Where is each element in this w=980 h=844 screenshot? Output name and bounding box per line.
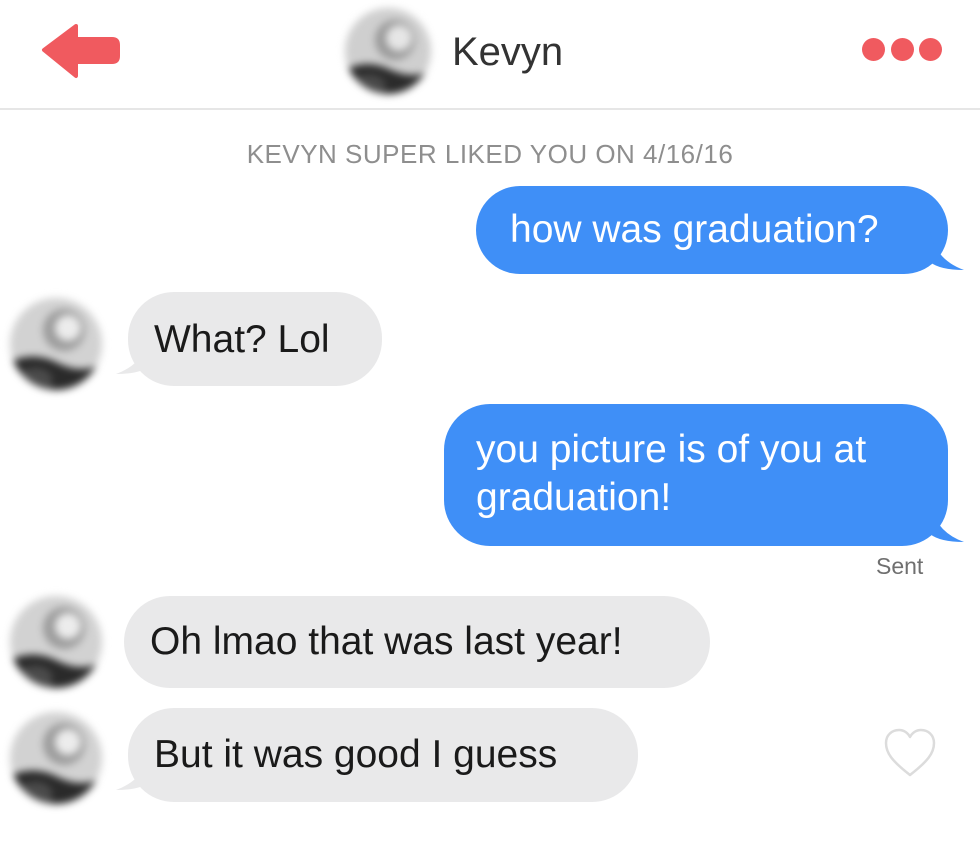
message-text-line: you picture is of you at [476, 428, 867, 471]
back-button[interactable] [38, 20, 122, 84]
message-bubble-received[interactable]: But it was good I guess [128, 708, 638, 802]
contact-avatar[interactable] [10, 596, 102, 688]
contact-avatar[interactable] [10, 712, 102, 804]
more-dots-icon [919, 37, 942, 61]
like-button[interactable] [882, 727, 938, 779]
message-text: how was graduation? [510, 208, 879, 251]
back-arrow-icon [42, 24, 120, 78]
message-text: What? Lol [154, 318, 330, 361]
delivery-status: Sent [876, 553, 924, 579]
message-bubble-sent[interactable]: you picture is of you at graduation! [444, 404, 948, 546]
match-notice: KEVYN SUPER LIKED YOU ON 4/16/16 [246, 139, 734, 169]
more-options-button[interactable] [862, 36, 942, 62]
contact-avatar[interactable] [10, 298, 102, 390]
message-text: But it was good I guess [154, 733, 558, 776]
message-bubble-received[interactable]: Oh lmao that was last year! [124, 596, 710, 688]
heart-outline-icon [884, 728, 936, 777]
bubble-tail [930, 504, 964, 542]
message-text: Oh lmao that was last year! [150, 620, 623, 663]
more-dots-icon [862, 37, 885, 61]
bubble-tail [930, 232, 964, 270]
chat-header: Kevyn [0, 0, 980, 110]
chat-screen: Kevyn KEVYN SUPER LIKED YOU ON 4/16/16 h… [0, 0, 980, 844]
message-bubble-sent[interactable]: how was graduation? [476, 186, 948, 274]
contact-name[interactable]: Kevyn [452, 28, 563, 76]
message-text-line: graduation! [476, 476, 672, 519]
more-dots-icon [890, 37, 914, 61]
header-avatar[interactable] [345, 8, 431, 94]
message-bubble-received[interactable]: What? Lol [128, 292, 382, 386]
